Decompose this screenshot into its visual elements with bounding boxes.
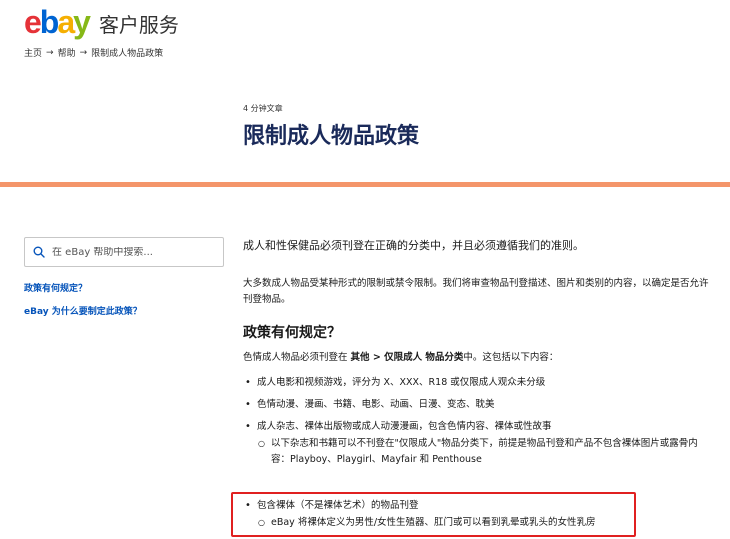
page-title: 限制成人物品政策 — [243, 124, 420, 149]
section-lead: 色情成人物品必须刊登在 其他 > 仅限成人 物品分类中。这包括以下内容： — [243, 352, 559, 363]
sidebar-link-policy-rules[interactable]: 政策有何规定？ — [24, 281, 87, 294]
sub-list: 以下杂志和书籍可以不刊登在"仅限成人"物品分类下，前提是物品刊登和产品不包含裸体… — [257, 436, 713, 468]
category-path: 其他 > 仅限成人 物品分类 — [350, 352, 464, 363]
highlighted-content: 包含裸体（不是裸体艺术）的物品刊登 eBay 将裸体定义为男性/女性生殖器、肛门… — [243, 498, 623, 538]
section-heading: 政策有何规定？ — [243, 325, 341, 341]
sub-list-item: 以下杂志和书籍可以不刊登在"仅限成人"物品分类下，前提是物品刊登和产品不包含裸体… — [257, 436, 713, 468]
breadcrumb-arrow-icon: → — [46, 47, 54, 58]
breadcrumb-home[interactable]: 主页 — [24, 46, 42, 59]
list-item: 成人电影和视频游戏，评分为 X、XXX、R18 或仅限成人观众未分级 — [243, 375, 713, 390]
help-search[interactable] — [24, 237, 224, 267]
accent-divider — [0, 182, 730, 187]
overview-text: 大多数成人物品受某种形式的限制或禁令限制。我们将审查物品刊登描述、图片和类别的内… — [243, 278, 709, 305]
ebay-logo[interactable]: ebay — [24, 6, 91, 38]
service-title: 客户服务 — [98, 12, 179, 37]
sub-list-item: eBay 将裸体定义为男性/女性生殖器、肛门或可以看到乳晕或乳头的女性乳房 — [257, 515, 623, 531]
sub-list: eBay 将裸体定义为男性/女性生殖器、肛门或可以看到乳晕或乳头的女性乳房 — [257, 515, 623, 531]
read-time: 4 分钟文章 — [243, 104, 283, 113]
breadcrumb-current: 限制成人物品政策 — [91, 49, 164, 59]
search-input[interactable] — [52, 246, 212, 258]
breadcrumb: 主页 → 帮助 → 限制成人物品政策 — [24, 46, 164, 60]
breadcrumb-arrow-icon: → — [79, 47, 88, 58]
list-item: 色情动漫、漫画、书籍、电影、动画、日漫、变态、耽美 — [243, 397, 713, 412]
site-header: ebay 客户服务 — [24, 0, 179, 44]
policy-list-highlighted: 包含裸体（不是裸体艺术）的物品刊登 eBay 将裸体定义为男性/女性生殖器、肛门… — [243, 498, 623, 531]
list-item: 成人杂志、裸体出版物或成人动漫漫画，包含色情内容、裸体或性故事 以下杂志和书籍可… — [243, 419, 713, 468]
sidebar-link-policy-reason[interactable]: eBay 为什么要制定此政策？ — [24, 304, 142, 317]
article-content: 成人和性保健品必须刊登在正确的分类中，并且必须遵循我们的准则。 大多数成人物品受… — [243, 237, 713, 475]
list-item: 包含裸体（不是裸体艺术）的物品刊登 eBay 将裸体定义为男性/女性生殖器、肛门… — [243, 498, 623, 531]
policy-list: 成人电影和视频游戏，评分为 X、XXX、R18 或仅限成人观众未分级 色情动漫、… — [243, 375, 713, 468]
breadcrumb-help[interactable]: 帮助 — [58, 46, 76, 59]
search-icon — [33, 243, 45, 262]
intro-text: 成人和性保健品必须刊登在正确的分类中，并且必须遵循我们的准则。 — [243, 239, 584, 252]
